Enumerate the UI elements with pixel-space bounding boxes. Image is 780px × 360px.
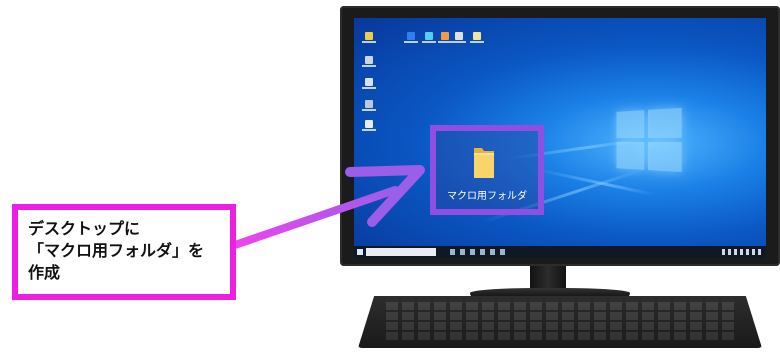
desktop-icon-item[interactable]: [362, 78, 376, 90]
app-icon: [407, 32, 415, 40]
recycle-bin-icon: [365, 32, 373, 40]
app-icon: [441, 32, 449, 40]
callout-line: 「マクロ用フォルダ」を: [28, 241, 205, 260]
desktop-icon-item[interactable]: [452, 32, 466, 44]
app-icon: [365, 78, 373, 86]
app-icon: [365, 56, 373, 64]
app-icon: [365, 100, 373, 108]
desktop-icon-item[interactable]: [470, 32, 484, 44]
desktop-icon-item[interactable]: [404, 32, 418, 44]
app-icon: [473, 32, 481, 40]
macro-folder-label: マクロ用フォルダ: [447, 191, 527, 202]
desktop-icon-item[interactable]: [422, 32, 436, 44]
taskbar-app-icon[interactable]: [500, 249, 505, 255]
app-icon: [365, 120, 373, 128]
macro-folder-highlight[interactable]: マクロ用フォルダ: [430, 125, 544, 215]
taskbar-app-icon[interactable]: [450, 249, 455, 255]
taskbar-app-icon[interactable]: [480, 249, 485, 255]
windows-logo-icon: [616, 107, 682, 174]
desktop-icon-item[interactable]: [362, 100, 376, 112]
app-icon: [455, 32, 463, 40]
system-tray[interactable]: [722, 249, 762, 255]
tutorial-illustration: マクロ用フォルダ デスクトップに 「マクロ用フォルダ」を 作成: [0, 0, 780, 360]
taskbar-app-icon[interactable]: [490, 249, 495, 255]
instruction-callout: デスクトップに 「マクロ用フォルダ」を 作成: [12, 204, 236, 300]
start-icon[interactable]: [357, 249, 363, 255]
monitor: [340, 6, 780, 266]
taskbar-app-icon[interactable]: [470, 249, 475, 255]
app-icon: [425, 32, 433, 40]
desktop-screen: [354, 18, 766, 258]
taskbar: [354, 246, 766, 258]
callout-line: 作成: [28, 263, 61, 282]
desktop-icon-item[interactable]: [362, 120, 376, 132]
taskbar-search-box[interactable]: [366, 248, 436, 256]
desktop-icon-recycle-bin[interactable]: [362, 32, 376, 44]
taskbar-app-icon[interactable]: [460, 249, 465, 255]
callout-line: デスクトップに: [28, 219, 141, 238]
keyboard: [358, 296, 762, 348]
folder-icon: [474, 148, 494, 178]
desktop-icon-item[interactable]: [362, 56, 376, 68]
desktop-icon-item[interactable]: [438, 32, 452, 44]
